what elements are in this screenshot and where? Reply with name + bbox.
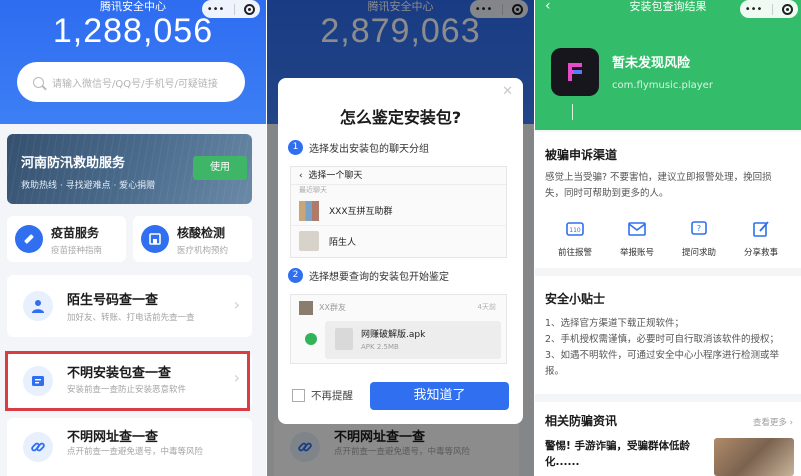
step-two: 2 选择想要查询的安装包开始鉴定 bbox=[288, 268, 449, 283]
user-icon bbox=[23, 291, 53, 321]
mini-program-capsule[interactable]: ••• bbox=[740, 0, 798, 18]
check-count: 1,288,056 bbox=[52, 12, 214, 50]
chat-picker-title: 选择一个聊天 bbox=[308, 171, 363, 181]
section-title: 安全小贴士 bbox=[545, 292, 606, 306]
close-mini-program-icon[interactable] bbox=[782, 3, 794, 15]
svg-text:110: 110 bbox=[569, 227, 581, 234]
complaint-section: 被骗申诉渠道 感觉上当受骗? 不要害怕，建议立即报警处理，挽回损失，同时可帮助到… bbox=[535, 132, 801, 268]
step-number: 1 bbox=[288, 140, 303, 155]
chat-name: XXX互拼互助群 bbox=[329, 207, 393, 217]
got-it-button[interactable]: 我知道了 bbox=[370, 382, 509, 410]
card-title: 陌生号码查一查 bbox=[67, 293, 159, 308]
highlight-box bbox=[5, 351, 250, 411]
svg-text:?: ? bbox=[697, 224, 701, 233]
apk-file-bubble: 网赚破解版.apk APK 2.5MB bbox=[325, 321, 501, 359]
tile-title: 疫苗服务 bbox=[51, 226, 100, 240]
channel-label: 前往报警 bbox=[557, 248, 592, 258]
file-icon bbox=[335, 328, 353, 350]
chat-picker-illustration: ‹ 选择一个聊天 最近聊天 XXX互拼互助群 陌生人 bbox=[290, 166, 507, 258]
home-screen: 腾讯安全中心 ••• 1,288,056 请输入微信号/QQ号/手机号/可疑链接… bbox=[0, 0, 266, 476]
more-dots-icon[interactable]: ••• bbox=[745, 4, 763, 15]
report-police-button[interactable]: 110 前往报警 bbox=[545, 218, 605, 258]
share-story-button[interactable]: 分享救事 bbox=[731, 218, 791, 258]
apk-guide-modal: ✕ 怎么鉴定安装包? 1 选择发出安装包的聊天分组 ‹ 选择一个聊天 最近聊天 … bbox=[278, 78, 523, 424]
news-thumbnail[interactable] bbox=[714, 438, 794, 476]
search-input[interactable]: 请输入微信号/QQ号/手机号/可疑链接 bbox=[17, 62, 245, 102]
file-message-illustration: XX群友 4天前 网赚破解版.apk APK 2.5MB bbox=[290, 294, 507, 364]
step-one: 1 选择发出安装包的聊天分组 bbox=[288, 140, 429, 155]
mail-icon bbox=[626, 218, 648, 240]
step-text: 选择发出安装包的聊天分组 bbox=[309, 144, 429, 155]
channel-label: 举报账号 bbox=[619, 248, 654, 258]
police-icon: 110 bbox=[564, 218, 586, 240]
nucleic-test-tile[interactable]: 核酸检测 医疗机构预约 bbox=[133, 216, 252, 262]
card-subtitle: 加好友、转账、打电话前先查一查 bbox=[67, 313, 195, 323]
news-headline[interactable]: 警惕! 手游诈骗，受骗群体低龄化...... bbox=[545, 438, 705, 470]
syringe-icon bbox=[15, 225, 43, 253]
user-avatar bbox=[299, 231, 319, 251]
channel-label: 提问求助 bbox=[681, 248, 716, 258]
chat-name: 陌生人 bbox=[329, 237, 357, 248]
link-icon bbox=[23, 432, 53, 462]
search-placeholder: 请输入微信号/QQ号/手机号/可疑链接 bbox=[52, 78, 218, 90]
hospital-icon bbox=[141, 225, 169, 253]
step-number: 2 bbox=[288, 268, 303, 283]
vaccine-service-tile[interactable]: 疫苗服务 疫苗接种指南 bbox=[7, 216, 126, 262]
report-account-button[interactable]: 举报账号 bbox=[607, 218, 667, 258]
file-name: 网赚破解版.apk bbox=[361, 330, 426, 340]
step-text: 选择想要查询的安装包开始鉴定 bbox=[309, 272, 449, 283]
edit-icon bbox=[750, 218, 772, 240]
close-icon[interactable]: ✕ bbox=[502, 84, 513, 99]
section-title: 被骗申诉渠道 bbox=[545, 148, 618, 162]
apk-guide-screen: 腾讯安全中心 ••• 2,879,063 不明网址查一查 点开前查一查避免遗号，… bbox=[267, 0, 534, 476]
apk-result-screen: ‹ 安装包查询结果 ••• 暂未发现风险 com.flymusic.player… bbox=[535, 0, 801, 476]
tile-subtitle: 疫苗接种指南 bbox=[51, 246, 103, 256]
tip-item: 3、如遇不明软件，可通过安全中心小程序进行检测或举报。 bbox=[545, 350, 780, 377]
banner-subtitle: 救助热线 · 寻找避难点 · 爱心捐赠 bbox=[21, 181, 156, 191]
flood-rescue-banner[interactable]: 河南防汛救助服务 救助热线 · 寻找避难点 · 爱心捐赠 使用 bbox=[7, 134, 252, 204]
file-size: APK 2.5MB bbox=[361, 343, 399, 351]
recent-label: 最近聊天 bbox=[299, 186, 327, 194]
ask-help-button[interactable]: ? 提问求助 bbox=[669, 218, 729, 258]
banner-title: 河南防汛救助服务 bbox=[21, 156, 126, 171]
tip-item: 1、选择官方渠道下载正规软件； bbox=[545, 318, 685, 329]
tile-subtitle: 医疗机构预约 bbox=[177, 246, 229, 256]
checkbox-icon[interactable] bbox=[292, 389, 305, 402]
checked-icon bbox=[305, 333, 317, 345]
package-name: com.flymusic.player bbox=[612, 80, 713, 91]
search-icon bbox=[33, 76, 44, 88]
group-avatar bbox=[299, 200, 319, 221]
section-title: 相关防骗资讯 bbox=[545, 414, 618, 428]
question-icon: ? bbox=[688, 218, 710, 240]
section-text: 感觉上当受骗? 不要害怕，建议立即报警处理，挽回损失，同时可帮助到更多的人。 bbox=[545, 172, 772, 199]
modal-title: 怎么鉴定安装包? bbox=[339, 108, 462, 127]
tile-title: 核酸检测 bbox=[177, 226, 226, 240]
unknown-number-check-card[interactable]: 陌生号码查一查 加好友、转账、打电话前先查一查 › bbox=[7, 275, 252, 337]
checkbox-label: 不再提醒 bbox=[311, 390, 353, 402]
use-button[interactable]: 使用 bbox=[193, 156, 247, 180]
safety-tips-section: 安全小贴士 1、选择官方渠道下载正规软件； 2、手机授权需谨慎，必要时可自行取消… bbox=[535, 276, 801, 394]
no-remind-checkbox[interactable]: 不再提醒 bbox=[292, 388, 353, 403]
sender-avatar bbox=[299, 301, 313, 315]
card-title: 不明网址查一查 bbox=[67, 430, 159, 445]
chat-row: 陌生人 bbox=[291, 226, 506, 256]
chat-row: XXX互拼互助群 bbox=[291, 196, 506, 226]
result-status: 暂未发现风险 bbox=[612, 56, 691, 71]
app-logo bbox=[551, 48, 599, 96]
sender-name: XX群友 bbox=[319, 303, 346, 312]
card-subtitle: 点开前查一查避免遗号，中毒等风险 bbox=[67, 447, 204, 457]
see-more-link[interactable]: 查看更多 › bbox=[753, 416, 793, 428]
message-time: 4天前 bbox=[477, 303, 496, 311]
chat-picker-header: ‹ 选择一个聊天 bbox=[291, 167, 506, 185]
tip-item: 2、手机授权需谨慎，必要时可自行取消该软件的授权； bbox=[545, 334, 780, 345]
chevron-right-icon: › bbox=[233, 295, 240, 314]
channel-label: 分享救事 bbox=[743, 248, 778, 258]
unknown-url-check-card[interactable]: 不明网址查一查 点开前查一查避免遗号，中毒等风险 bbox=[7, 418, 252, 476]
